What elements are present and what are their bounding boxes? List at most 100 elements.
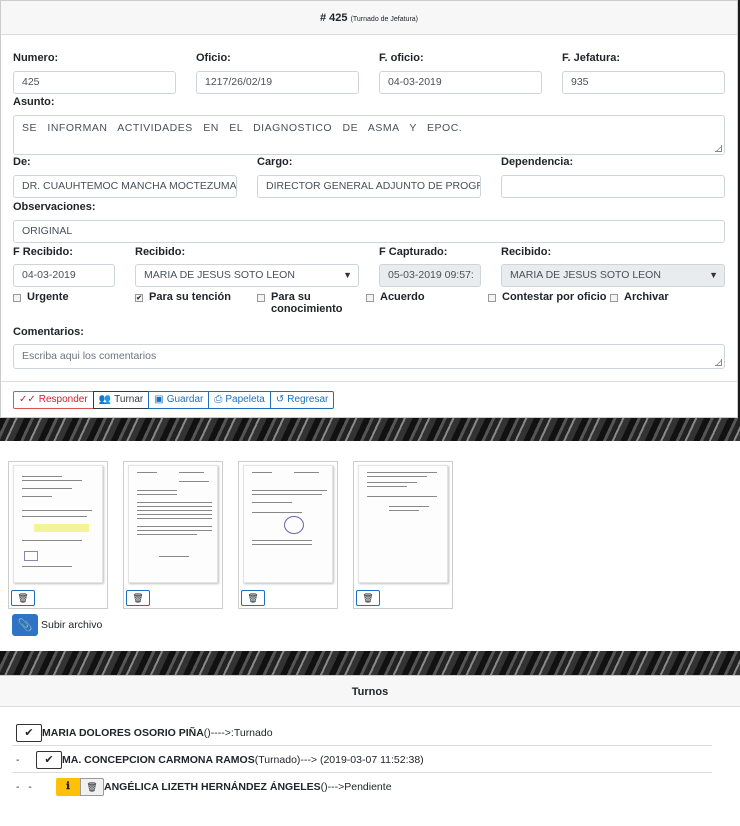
checkbox-tencion[interactable]: ✔ Para su tención	[135, 291, 231, 303]
check-icon: ✔	[24, 726, 34, 739]
trash-icon: 🗑	[86, 782, 98, 792]
check-button[interactable]: ✔	[16, 723, 42, 742]
regresar-button[interactable]: ↺ Regresar	[269, 391, 335, 409]
responder-button[interactable]: ✓✓ Responder	[13, 391, 94, 409]
asunto-text: SE INFORMAN ACTIVIDADES EN EL DIAGNOSTIC…	[22, 122, 463, 134]
file-thumbnail[interactable]: 🗑	[8, 461, 108, 609]
delete-file-button[interactable]: 🗑	[11, 590, 35, 606]
turnos-title: Turnos	[0, 675, 740, 707]
checkbox-archivar[interactable]: Archivar	[610, 291, 669, 303]
asunto-textarea[interactable]: SE INFORMAN ACTIVIDADES EN EL DIAGNOSTIC…	[13, 115, 725, 155]
comentarios-label: Comentarios:	[13, 326, 84, 338]
recibido2-label: Recibido:	[501, 246, 552, 258]
f-recibido-input[interactable]: 04-03-2019	[13, 264, 115, 287]
dependencia-input[interactable]	[501, 175, 725, 198]
double-check-icon: ✓✓	[19, 394, 36, 405]
users-icon: 👥	[98, 394, 112, 405]
upload-file-button[interactable]: 📎 Subir archivo	[12, 614, 102, 636]
checkbox-checked-icon[interactable]: ✔	[135, 294, 143, 302]
checkbox-urgente[interactable]: Urgente	[13, 291, 69, 303]
document-subtitle: (Turnado de Jefatura)	[350, 16, 419, 23]
checkbox-conocimiento-line1: Para su	[271, 291, 311, 303]
document-card: # 425 (Turnado de Jefatura) Numero: Ofic…	[0, 0, 738, 418]
turno-prefix: -	[16, 753, 20, 766]
save-icon: ▣	[154, 394, 164, 405]
f-recibido-label: F Recibido:	[13, 246, 73, 258]
turno-name: MA. CONCEPCION CARMONA RAMOS	[62, 753, 255, 766]
comentarios-textarea[interactable]: Escriba aqui los comentarios	[13, 344, 725, 369]
observaciones-input[interactable]: ORIGINAL	[13, 220, 725, 243]
chevron-down-icon: ▼	[709, 270, 718, 280]
checkbox-box[interactable]	[13, 294, 21, 302]
f-capturado-label: F Capturado:	[379, 246, 448, 258]
checkbox-conocimiento-line2: conocimiento	[271, 303, 343, 315]
document-preview	[358, 465, 448, 583]
turno-row: ✔ MARIA DOLORES OSORIO PIÑA ()---->:Turn…	[12, 720, 712, 746]
recibido-select[interactable]: MARIA DE JESUS SOTO LEON ▼	[135, 264, 359, 287]
check-icon: ✔	[44, 753, 54, 766]
f-jefatura-input[interactable]: 935	[562, 71, 725, 94]
checkbox-box[interactable]	[366, 294, 374, 302]
oficio-input[interactable]: 1217/26/02/19	[196, 71, 359, 94]
papeleta-button[interactable]: ⎙ Papeleta	[208, 391, 271, 409]
delete-turno-button[interactable]: 🗑	[80, 778, 104, 796]
comentarios-placeholder: Escriba aqui los comentarios	[22, 350, 157, 362]
observaciones-label: Observaciones:	[13, 201, 96, 213]
check-button[interactable]: ✔	[36, 750, 62, 769]
checkbox-tencion-label: Para su tención	[149, 291, 231, 303]
checkbox-acuerdo-label: Acuerdo	[380, 291, 425, 303]
trash-icon: 🗑	[362, 593, 374, 603]
cargo-input[interactable]: DIRECTOR GENERAL ADJUNTO DE PROGRAI	[257, 175, 481, 198]
checkbox-box[interactable]	[257, 294, 265, 302]
recibido-label: Recibido:	[135, 246, 186, 258]
recibido2-select: MARIA DE JESUS SOTO LEON ▼	[501, 264, 725, 287]
checkbox-conocimiento[interactable]: Para su conocimiento	[257, 291, 343, 315]
background-texture	[0, 651, 740, 675]
numero-label: Numero:	[13, 52, 59, 64]
guardar-label: Guardar	[166, 394, 204, 405]
asunto-label: Asunto:	[13, 96, 55, 108]
delete-file-button[interactable]: 🗑	[126, 590, 150, 606]
de-label: De:	[13, 156, 31, 168]
card-header: # 425 (Turnado de Jefatura)	[1, 1, 737, 35]
de-input[interactable]: DR. CUAUHTEMOC MANCHA MOCTEZUMA	[13, 175, 237, 198]
checkbox-contestar[interactable]: Contestar por oficio	[488, 291, 607, 303]
document-preview	[243, 465, 333, 583]
checkbox-box[interactable]	[488, 294, 496, 302]
turno-row: - ✔ MA. CONCEPCION CARMONA RAMOS (Turnad…	[12, 747, 712, 773]
chevron-down-icon: ▼	[343, 270, 352, 280]
resize-grip-icon[interactable]	[715, 145, 722, 152]
document-preview	[128, 465, 218, 583]
turno-detail: ()---->:Turnado	[203, 726, 273, 739]
info-icon: ℹ	[66, 781, 70, 792]
turnar-button[interactable]: 👥 Turnar	[92, 391, 150, 409]
checkbox-acuerdo[interactable]: Acuerdo	[366, 291, 425, 303]
file-thumbnail[interactable]: 🗑	[353, 461, 453, 609]
action-button-bar: ✓✓ Responder 👥 Turnar ▣ Guardar ⎙ Papele…	[13, 391, 335, 409]
file-thumbnail[interactable]: 🗑	[238, 461, 338, 609]
document-preview	[13, 465, 103, 583]
paperclip-icon: 📎	[12, 614, 38, 636]
checkbox-box[interactable]	[610, 294, 618, 302]
f-capturado-input: 05-03-2019 09:57:	[379, 264, 481, 287]
numero-input[interactable]: 425	[13, 71, 176, 94]
recibido-select-value: MARIA DE JESUS SOTO LEON	[144, 269, 295, 281]
delete-file-button[interactable]: 🗑	[241, 590, 265, 606]
turno-detail: (Turnado)---> (2019-03-07 11:52:38)	[254, 753, 424, 766]
regresar-label: Regresar	[287, 394, 329, 405]
turno-row: - - ℹ 🗑 ANGÉLICA LIZETH HERNÁNDEZ ÁNGELE…	[12, 774, 712, 800]
f-oficio-input[interactable]: 04-03-2019	[379, 71, 542, 94]
trash-icon: 🗑	[132, 593, 144, 603]
guardar-button[interactable]: ▣ Guardar	[148, 391, 210, 409]
turno-name: ANGÉLICA LIZETH HERNÁNDEZ ÁNGELES	[104, 781, 321, 793]
delete-file-button[interactable]: 🗑	[356, 590, 380, 606]
divider	[1, 381, 737, 382]
turnar-label: Turnar	[114, 394, 144, 405]
turnos-card: Turnos ✔ MARIA DOLORES OSORIO PIÑA ()---…	[0, 675, 740, 826]
document-title: # 425	[319, 12, 348, 24]
background-texture	[0, 418, 740, 441]
resize-grip-icon[interactable]	[715, 359, 722, 366]
info-button[interactable]: ℹ	[56, 778, 80, 796]
recibido2-select-value: MARIA DE JESUS SOTO LEON	[510, 269, 661, 281]
file-thumbnail[interactable]: 🗑	[123, 461, 223, 609]
